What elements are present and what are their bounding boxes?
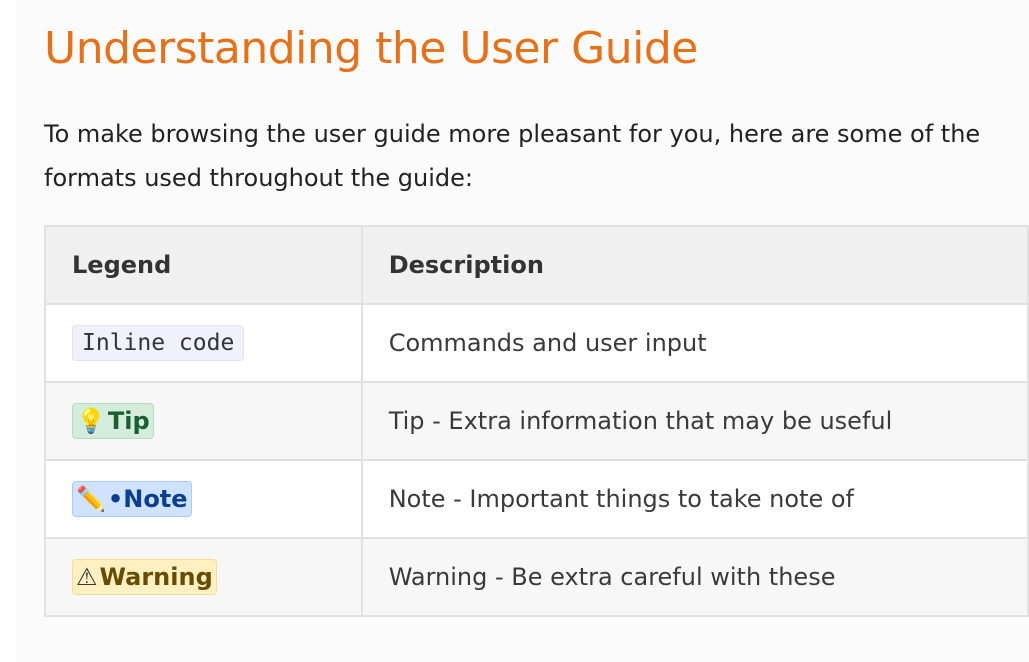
table-row: Inline code Commands and user input — [44, 303, 1029, 383]
warning-icon: ⚠ — [76, 563, 98, 591]
description-cell: Tip - Extra information that may be usef… — [360, 381, 1029, 461]
intro-line: formats used throughout the guide: — [44, 164, 473, 192]
intro-line: To make browsing the user guide more ple… — [44, 120, 981, 148]
tip-badge-label: Tip — [107, 407, 150, 435]
table-row: ✏️•Note Note - Important things to take … — [44, 459, 1029, 539]
table-row: 💡Tip Tip - Extra information that may be… — [44, 381, 1029, 461]
tip-badge: 💡Tip — [72, 403, 154, 439]
legend-cell: ✏️•Note — [44, 459, 363, 539]
description-column-header: Description — [360, 225, 1029, 305]
description-cell: Note - Important things to take note of — [360, 459, 1029, 539]
page-title: Understanding the User Guide — [44, 23, 698, 74]
table-row: ⚠Warning Warning - Be extra careful with… — [44, 537, 1029, 617]
page-margin — [0, 0, 16, 662]
note-badge-label: •Note — [107, 485, 188, 513]
legend-cell: Inline code — [44, 303, 363, 383]
legend-column-header: Legend — [44, 225, 363, 305]
legend-cell: ⚠Warning — [44, 537, 363, 617]
main-content: Understanding the User Guide To make bro… — [16, 0, 1029, 662]
intro-paragraph: To make browsing the user guide more ple… — [44, 112, 1029, 200]
warning-badge: ⚠Warning — [72, 559, 217, 595]
warning-badge-label: Warning — [99, 563, 213, 591]
legend-table: Legend Description Inline code Commands … — [44, 225, 1029, 617]
inline-code-sample: Inline code — [72, 325, 245, 361]
note-badge: ✏️•Note — [72, 481, 192, 517]
description-cell: Commands and user input — [360, 303, 1029, 383]
lightbulb-icon: 💡 — [76, 407, 106, 435]
table-header-row: Legend Description — [44, 225, 1029, 305]
pencil-icon: ✏️ — [76, 485, 106, 513]
legend-cell: 💡Tip — [44, 381, 363, 461]
description-cell: Warning - Be extra careful with these — [360, 537, 1029, 617]
